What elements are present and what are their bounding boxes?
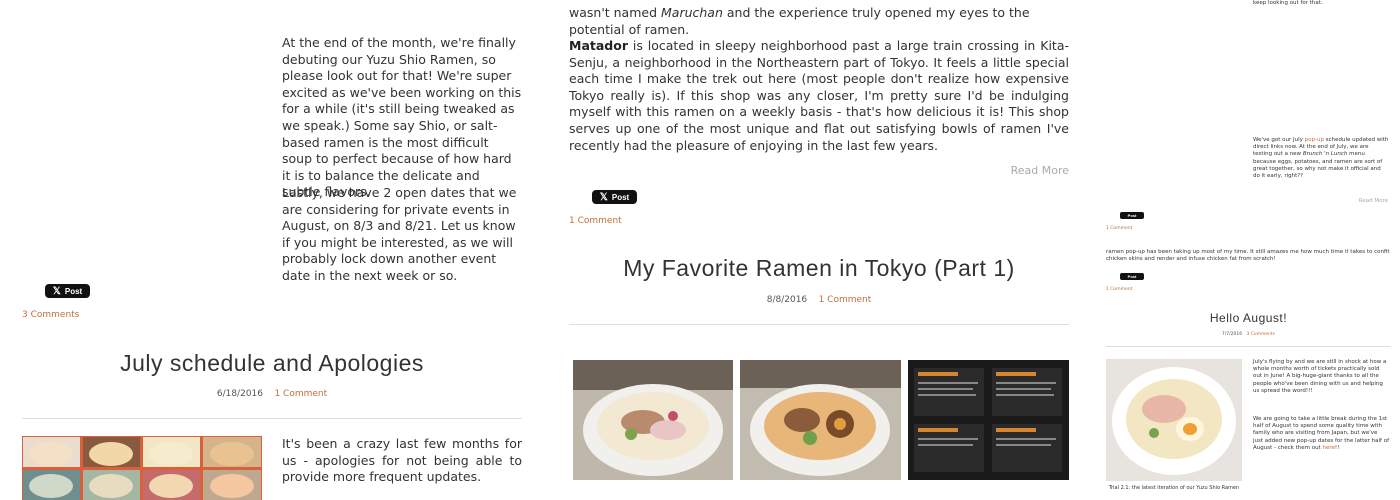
left-post-para2: Lastly, we have 2 open dates that we are… (282, 185, 517, 283)
right-block1: We've got our July pop-up schedule updat… (1253, 137, 1389, 180)
right-top-text: keep looking out for that. (1253, 0, 1323, 6)
top-line: wasn't named Maruchan and the experience… (569, 5, 1069, 38)
right-block1-pre: We've got our July (1253, 137, 1305, 143)
read-more-link[interactable]: Read More (1340, 198, 1388, 204)
comments-link[interactable]: 1 Comment (1106, 287, 1132, 292)
post-meta: 8/8/2016 1 Comment (569, 295, 1069, 305)
comments-link[interactable]: 3 Comments (1246, 332, 1275, 337)
tweet-label: Post (1127, 274, 1137, 279)
divider (1106, 346, 1391, 347)
comments-link[interactable]: 3 Comments (22, 310, 79, 320)
divider (569, 324, 1069, 325)
matador-paragraph: Matador is located in sleepy neighborhoo… (569, 38, 1069, 154)
twitter-bird-icon: 𝕏 (52, 285, 61, 297)
right-para-b-post: !! (1334, 444, 1340, 451)
right-para-b: We are going to take a little break duri… (1253, 416, 1389, 452)
twitter-bird-icon: 𝕏 (599, 191, 608, 203)
tweet-label: Post (1127, 213, 1137, 218)
ramen-menu-photo[interactable] (908, 360, 1069, 480)
post-title[interactable]: My Favorite Ramen in Tokyo (Part 1) (569, 255, 1069, 282)
post-date: 6/18/2016 (216, 389, 263, 399)
ramen-photo-1[interactable] (573, 360, 733, 480)
ramen-photo-2[interactable] (740, 360, 901, 480)
post-meta: 7/7/2016 3 Comments (1106, 332, 1391, 337)
comments-link[interactable]: 1 Comment (1106, 226, 1132, 231)
photo-caption: Trial 2.1: the latest iteration of our Y… (1108, 485, 1240, 491)
post-date: 8/8/2016 (766, 295, 808, 305)
here-link[interactable]: here (1322, 445, 1334, 451)
yuzu-shio-ramen-photo[interactable] (1106, 359, 1242, 481)
comments-link[interactable]: 1 Comment (274, 389, 327, 399)
divider (22, 418, 522, 419)
tweet-label: Post (611, 192, 630, 202)
ramen-collage-photo[interactable] (22, 436, 262, 500)
post-date: 7/7/2016 (1221, 332, 1243, 337)
post-title[interactable]: July schedule and Apologies (22, 350, 522, 377)
tweet-button[interactable]: 𝕏 Post (45, 284, 90, 298)
right-block1-em: Brunch 'n Lunch (1302, 151, 1348, 158)
post-intro: It's been a crazy last few months for us… (282, 436, 522, 485)
top-line-em: Maruchan (661, 5, 723, 20)
right-para-b-pre: We are going to take a little break duri… (1253, 416, 1390, 451)
top-line-pre: wasn't named (569, 5, 661, 20)
matador-bold: Matador (569, 38, 628, 53)
right-para-a: July's flying by and we are still in sho… (1253, 359, 1387, 394)
comments-link[interactable]: 1 Comment (569, 216, 622, 226)
tweet-button[interactable]: Post (1120, 273, 1144, 280)
post-meta: 6/18/2016 1 Comment (22, 389, 522, 399)
comments-link[interactable]: 1 Comment (819, 295, 872, 305)
matador-text: is located in sleepy neighborhood past a… (569, 38, 1069, 153)
right-block1-link[interactable]: pop-up (1305, 137, 1324, 143)
read-more-link[interactable]: Read More (989, 164, 1069, 177)
tweet-button[interactable]: 𝕏 Post (592, 190, 637, 204)
right-block2: ramen pop-up has been taking up most of … (1106, 249, 1390, 263)
tweet-button[interactable]: Post (1120, 212, 1144, 219)
post-title[interactable]: Hello August! (1106, 311, 1391, 325)
tweet-label: Post (64, 286, 83, 296)
left-post-para1: At the end of the month, we're finally d… (282, 35, 522, 200)
